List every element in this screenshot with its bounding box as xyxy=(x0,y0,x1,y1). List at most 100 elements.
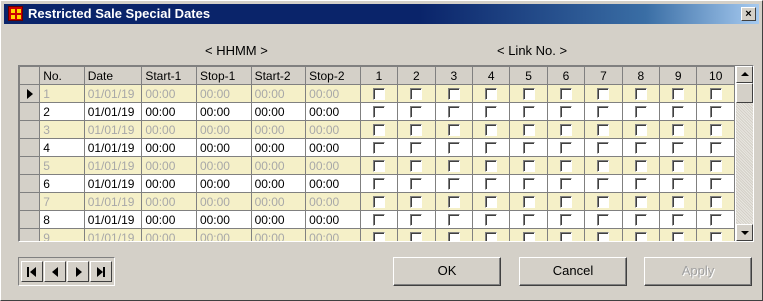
cell-no[interactable]: 3 xyxy=(39,120,85,139)
col-header-no[interactable]: No. xyxy=(39,66,85,85)
row-selector[interactable] xyxy=(19,192,41,211)
last-record-button[interactable] xyxy=(90,261,112,282)
col-header-link-4[interactable]: 4 xyxy=(471,66,511,85)
link-checkbox[interactable] xyxy=(410,178,423,191)
cell-date[interactable]: 01/01/19 xyxy=(83,102,143,121)
link-checkbox[interactable] xyxy=(709,214,722,227)
link-checkbox[interactable] xyxy=(597,88,610,101)
link-checkbox[interactable] xyxy=(522,196,535,209)
link-checkbox[interactable] xyxy=(485,160,498,173)
link-checkbox[interactable] xyxy=(485,232,498,241)
link-checkbox[interactable] xyxy=(522,214,535,227)
table-row[interactable]: 2 01/01/19 00:00 00:00 00:00 00:00 xyxy=(19,102,735,121)
col-header-date[interactable]: Date xyxy=(83,66,143,85)
link-checkbox[interactable] xyxy=(447,178,460,191)
link-checkbox[interactable] xyxy=(597,196,610,209)
cell-start-2[interactable]: 00:00 xyxy=(250,228,307,241)
row-selector[interactable] xyxy=(19,174,41,193)
cell-no[interactable]: 5 xyxy=(39,156,85,175)
link-checkbox[interactable] xyxy=(634,88,647,101)
cell-date[interactable]: 01/01/19 xyxy=(83,84,143,103)
link-checkbox[interactable] xyxy=(447,142,460,155)
table-row[interactable]: 6 01/01/19 00:00 00:00 00:00 00:00 xyxy=(19,174,735,193)
col-header-start-1[interactable]: Start-1 xyxy=(141,66,197,85)
link-checkbox[interactable] xyxy=(672,232,685,241)
cell-stop-2[interactable]: 00:00 xyxy=(305,138,361,157)
link-checkbox[interactable] xyxy=(672,124,685,137)
link-checkbox[interactable] xyxy=(672,160,685,173)
cell-stop-1[interactable]: 00:00 xyxy=(195,102,252,121)
vertical-scrollbar[interactable] xyxy=(736,66,753,241)
link-checkbox[interactable] xyxy=(672,142,685,155)
cell-start-1[interactable]: 00:00 xyxy=(141,138,197,157)
link-checkbox[interactable] xyxy=(560,232,573,241)
cell-start-1[interactable]: 00:00 xyxy=(141,210,197,229)
cell-no[interactable]: 9 xyxy=(39,228,85,241)
link-checkbox[interactable] xyxy=(410,196,423,209)
cell-start-2[interactable]: 00:00 xyxy=(250,210,307,229)
link-checkbox[interactable] xyxy=(597,214,610,227)
cell-stop-2[interactable]: 00:00 xyxy=(305,174,361,193)
link-checkbox[interactable] xyxy=(634,196,647,209)
cell-start-2[interactable]: 00:00 xyxy=(250,192,307,211)
ok-button[interactable]: OK xyxy=(393,257,501,286)
link-checkbox[interactable] xyxy=(372,214,385,227)
cell-stop-2[interactable]: 00:00 xyxy=(305,102,361,121)
table-row[interactable]: 1 01/01/19 00:00 00:00 00:00 00:00 xyxy=(19,84,735,103)
link-checkbox[interactable] xyxy=(709,106,722,119)
link-checkbox[interactable] xyxy=(597,106,610,119)
link-checkbox[interactable] xyxy=(560,196,573,209)
link-checkbox[interactable] xyxy=(410,160,423,173)
col-header-stop-2[interactable]: Stop-2 xyxy=(305,66,361,85)
link-checkbox[interactable] xyxy=(485,196,498,209)
cell-no[interactable]: 2 xyxy=(39,102,85,121)
link-checkbox[interactable] xyxy=(634,214,647,227)
col-header-link-8[interactable]: 8 xyxy=(621,66,661,85)
link-checkbox[interactable] xyxy=(672,106,685,119)
link-checkbox[interactable] xyxy=(410,88,423,101)
cell-start-2[interactable]: 00:00 xyxy=(250,174,307,193)
link-checkbox[interactable] xyxy=(485,124,498,137)
link-checkbox[interactable] xyxy=(410,142,423,155)
col-header-link-10[interactable]: 10 xyxy=(696,66,735,85)
cell-no[interactable]: 6 xyxy=(39,174,85,193)
cell-start-2[interactable]: 00:00 xyxy=(250,102,307,121)
link-checkbox[interactable] xyxy=(560,124,573,137)
link-checkbox[interactable] xyxy=(672,88,685,101)
table-row[interactable]: 3 01/01/19 00:00 00:00 00:00 00:00 xyxy=(19,120,735,139)
scroll-down-button[interactable] xyxy=(736,224,753,241)
link-checkbox[interactable] xyxy=(372,88,385,101)
cell-date[interactable]: 01/01/19 xyxy=(83,228,143,241)
cell-no[interactable]: 4 xyxy=(39,138,85,157)
link-checkbox[interactable] xyxy=(634,124,647,137)
link-checkbox[interactable] xyxy=(709,124,722,137)
link-checkbox[interactable] xyxy=(372,178,385,191)
table-row[interactable]: 9 01/01/19 00:00 00:00 00:00 00:00 xyxy=(19,228,735,241)
link-checkbox[interactable] xyxy=(447,160,460,173)
col-header-start-2[interactable]: Start-2 xyxy=(250,66,307,85)
link-checkbox[interactable] xyxy=(485,88,498,101)
link-checkbox[interactable] xyxy=(560,214,573,227)
cell-start-1[interactable]: 00:00 xyxy=(141,192,197,211)
col-header-link-2[interactable]: 2 xyxy=(397,66,436,85)
row-selector[interactable] xyxy=(19,210,41,229)
link-checkbox[interactable] xyxy=(522,160,535,173)
cell-stop-1[interactable]: 00:00 xyxy=(195,174,252,193)
col-header-link-7[interactable]: 7 xyxy=(584,66,623,85)
link-checkbox[interactable] xyxy=(597,178,610,191)
link-checkbox[interactable] xyxy=(634,160,647,173)
dates-grid[interactable]: No. Date Start-1 Stop-1 Start-2 Stop-2 1… xyxy=(18,65,754,242)
link-checkbox[interactable] xyxy=(560,88,573,101)
link-checkbox[interactable] xyxy=(672,178,685,191)
link-checkbox[interactable] xyxy=(410,214,423,227)
link-checkbox[interactable] xyxy=(372,232,385,241)
link-checkbox[interactable] xyxy=(485,214,498,227)
cell-stop-2[interactable]: 00:00 xyxy=(305,210,361,229)
link-checkbox[interactable] xyxy=(709,232,722,241)
row-selector[interactable] xyxy=(19,120,41,139)
cell-stop-1[interactable]: 00:00 xyxy=(195,120,252,139)
link-checkbox[interactable] xyxy=(597,142,610,155)
cell-stop-1[interactable]: 00:00 xyxy=(195,138,252,157)
link-checkbox[interactable] xyxy=(597,232,610,241)
link-checkbox[interactable] xyxy=(560,160,573,173)
